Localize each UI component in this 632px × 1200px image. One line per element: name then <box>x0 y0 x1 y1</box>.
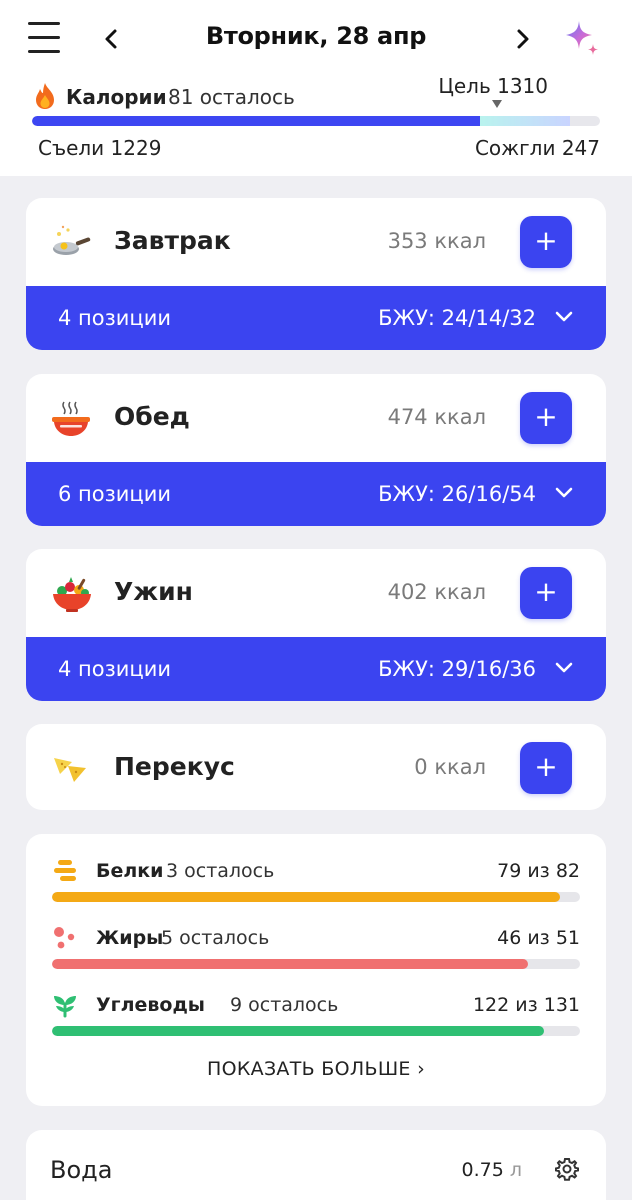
meal-summary-bar[interactable]: 4 позиции БЖУ: 29/16/36 <box>26 637 606 701</box>
protein-bars-icon <box>54 860 76 881</box>
macros-card: Белки 3 осталось 79 из 82 Жиры 5 осталос… <box>26 834 606 1106</box>
meal-summary-bar[interactable]: 4 позиции БЖУ: 24/14/32 <box>26 286 606 350</box>
calories-eaten: Съели 1229 <box>38 136 162 160</box>
chevron-down-icon[interactable] <box>554 486 574 500</box>
calories-goal: Цель 1310 <box>438 74 548 98</box>
macro-name: Белки <box>96 860 164 882</box>
chevron-down-icon[interactable] <box>554 310 574 324</box>
macro-value: 46 из 51 <box>497 927 580 949</box>
macro-name: Углеводы <box>96 994 205 1016</box>
chevron-right-icon[interactable] <box>506 22 538 56</box>
macro-remaining: 9 осталось <box>230 994 339 1016</box>
show-more-button[interactable]: ПОКАЗАТЬ БОЛЬШЕ › <box>26 1058 606 1080</box>
calories-burned: Сожгли 247 <box>474 136 600 160</box>
meal-header[interactable]: Ужин 402 ккал + <box>26 549 606 637</box>
calories-label: Калории <box>66 85 167 109</box>
add-lunch-button[interactable]: + <box>520 392 572 444</box>
macro-remaining: 5 осталось <box>161 927 270 949</box>
goal-marker-icon <box>492 100 502 108</box>
sprout-icon <box>54 996 76 1018</box>
meal-macros: БЖУ: 29/16/36 <box>378 657 536 681</box>
meal-card-breakfast: Завтрак 353 ккал + 4 позиции БЖУ: 24/14/… <box>26 198 606 350</box>
add-dinner-button[interactable]: + <box>520 567 572 619</box>
hamburger-menu-icon[interactable] <box>28 22 60 56</box>
macro-progress-fill <box>52 892 561 902</box>
ai-sparkle-icon[interactable] <box>562 18 602 58</box>
add-breakfast-button[interactable]: + <box>520 216 572 268</box>
nachos-icon <box>54 758 86 782</box>
chevron-left-icon[interactable] <box>96 22 128 56</box>
calories-remaining: 81 осталось <box>168 85 295 109</box>
fire-icon <box>36 83 54 109</box>
macro-value: 79 из 82 <box>497 860 580 882</box>
meal-card-lunch: Обед 474 ккал + 6 позиции БЖУ: 26/16/54 <box>26 374 606 526</box>
date-title[interactable]: Вторник, 28 апр <box>150 22 482 50</box>
calories-row: Калории 81 осталось Цель 1310 <box>32 74 600 112</box>
meal-summary-bar[interactable]: 6 позиции БЖУ: 26/16/54 <box>26 462 606 526</box>
macro-progress-track <box>52 959 580 969</box>
meal-name: Завтрак <box>114 226 231 255</box>
top-bar: Вторник, 28 апр Калории 81 осталось Цель… <box>0 0 632 176</box>
meal-name: Обед <box>114 402 190 431</box>
water-amount: 0.75 л <box>462 1159 522 1181</box>
meal-kcal: 353 ккал <box>387 229 486 253</box>
salad-bowl-icon <box>53 577 91 612</box>
meal-kcal: 474 ккал <box>387 405 486 429</box>
meal-header[interactable]: Перекус 0 ккал + <box>26 724 606 810</box>
chevron-down-icon[interactable] <box>554 661 574 675</box>
meal-kcal: 402 ккал <box>387 580 486 604</box>
calories-progress-bar <box>32 116 600 126</box>
meal-macros: БЖУ: 26/16/54 <box>378 482 536 506</box>
meal-header[interactable]: Обед 474 ккал + <box>26 374 606 462</box>
meal-header[interactable]: Завтрак 353 ккал + <box>26 198 606 286</box>
meal-item-count: 4 позиции <box>58 657 172 681</box>
macro-progress-track <box>52 1026 580 1036</box>
add-snack-button[interactable]: + <box>520 742 572 794</box>
fat-drops-icon <box>54 927 75 949</box>
meal-name: Перекус <box>114 752 235 781</box>
meal-item-count: 4 позиции <box>58 306 172 330</box>
macro-value: 122 из 131 <box>472 994 580 1016</box>
frying-pan-icon <box>53 225 91 255</box>
macro-progress-fill <box>52 959 529 969</box>
macro-progress-fill <box>52 1026 544 1036</box>
meal-macros: БЖУ: 24/14/32 <box>378 306 536 330</box>
calories-eaten-fill <box>32 116 480 126</box>
water-card: Вода 0.75 л <box>26 1130 606 1200</box>
macro-remaining: 3 осталось <box>166 860 275 882</box>
soup-bowl-icon <box>52 401 90 436</box>
macro-progress-track <box>52 892 580 902</box>
meal-card-snack: Перекус 0 ккал + <box>26 724 606 810</box>
water-value: 0.75 <box>461 1159 504 1181</box>
meal-kcal: 0 ккал <box>414 755 486 779</box>
gear-icon[interactable] <box>554 1156 580 1182</box>
meal-name: Ужин <box>114 577 193 606</box>
macro-name: Жиры <box>96 927 164 949</box>
calories-burned-fill <box>480 116 570 126</box>
water-unit: л <box>509 1159 522 1181</box>
water-title: Вода <box>50 1156 113 1184</box>
meal-item-count: 6 позиции <box>58 482 172 506</box>
meal-card-dinner: Ужин 402 ккал + 4 позиции БЖУ: 29/16/36 <box>26 549 606 701</box>
